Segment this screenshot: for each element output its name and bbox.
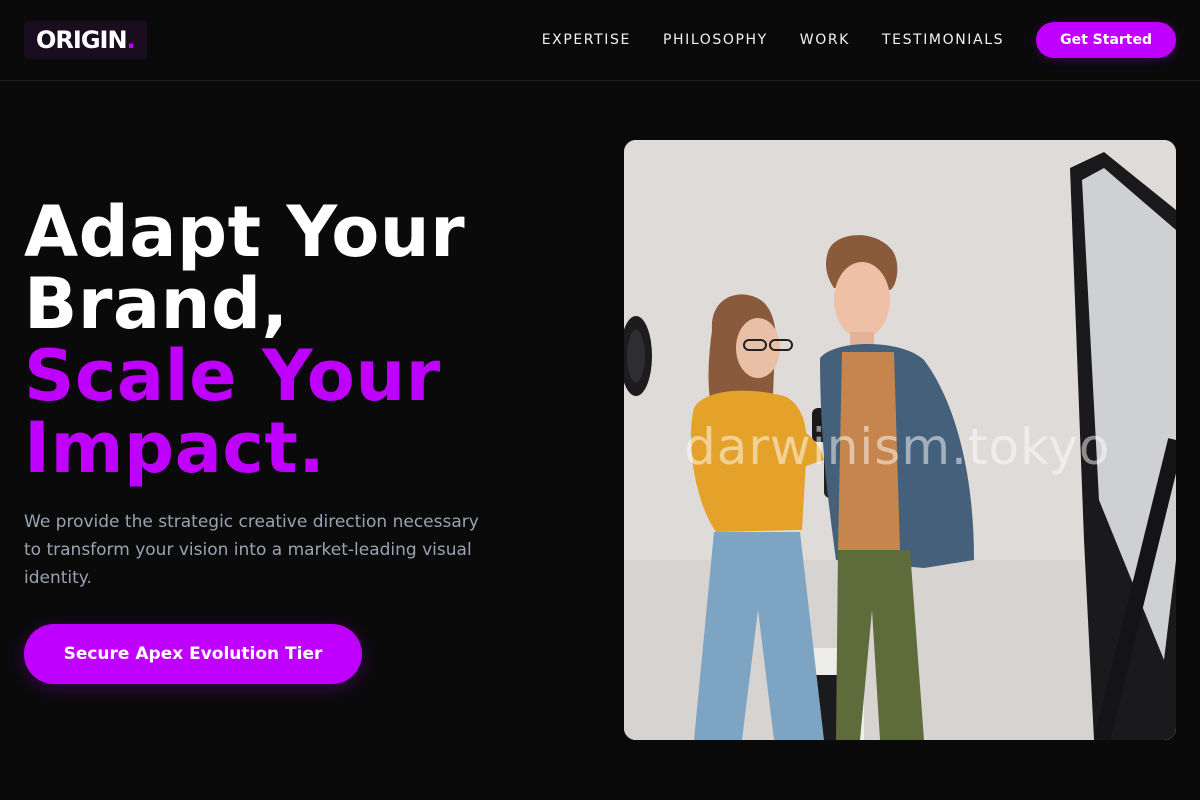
- main-nav: EXPERTISE PHILOSOPHY WORK TESTIMONIALS G…: [542, 22, 1176, 58]
- logo-text: ORIGIN: [36, 26, 128, 54]
- get-started-button[interactable]: Get Started: [1036, 22, 1176, 58]
- logo[interactable]: ORIGIN.: [24, 21, 147, 59]
- nav-link-expertise[interactable]: EXPERTISE: [542, 32, 631, 48]
- man-face: [834, 262, 890, 338]
- woman-face: [736, 318, 780, 378]
- image-watermark: darwinism.tokyo: [684, 418, 1111, 476]
- site-header: ORIGIN. EXPERTISE PHILOSOPHY WORK TESTIM…: [0, 0, 1200, 81]
- hero-title-line-4: Impact.: [24, 407, 326, 489]
- logo-dot: .: [126, 26, 136, 54]
- nav-link-testimonials[interactable]: TESTIMONIALS: [882, 32, 1004, 48]
- hero-title-line-3: Scale Your: [24, 335, 441, 417]
- hero-title-line-2: Brand,: [24, 263, 289, 345]
- man-trousers: [836, 550, 924, 740]
- hero-photo: darwinism.tokyo: [624, 140, 1176, 740]
- hero-description: We provide the strategic creative direct…: [24, 512, 479, 588]
- studio-light-inner: [627, 330, 645, 382]
- nav-link-work[interactable]: WORK: [800, 32, 850, 48]
- page: ORIGIN. EXPERTISE PHILOSOPHY WORK TESTIM…: [0, 0, 1200, 800]
- hero-title-line-1: Adapt Your: [24, 191, 466, 273]
- hero-title: Adapt Your Brand, Scale Your Impact.: [24, 196, 584, 484]
- secure-apex-evolution-tier-button[interactable]: Secure Apex Evolution Tier: [24, 624, 362, 684]
- nav-link-philosophy[interactable]: PHILOSOPHY: [663, 32, 768, 48]
